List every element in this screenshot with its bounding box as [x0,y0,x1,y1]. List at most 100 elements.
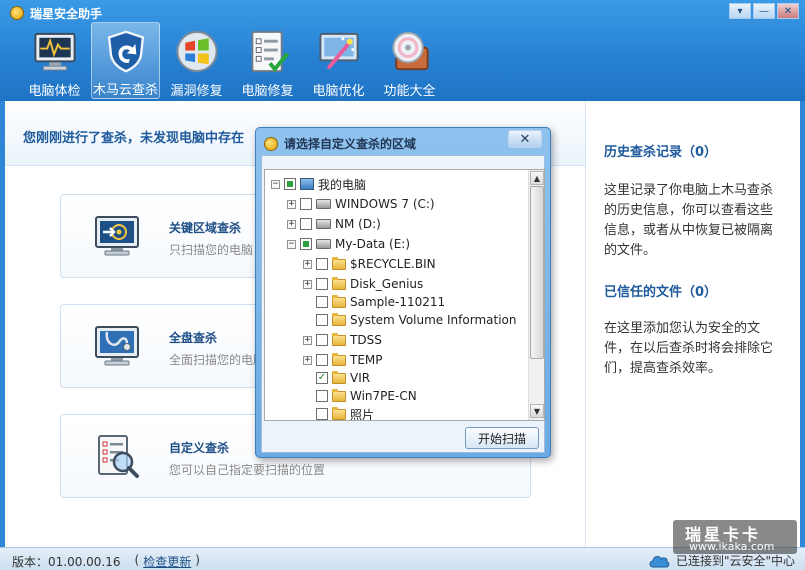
tool-all-features[interactable]: 功能大全 [375,22,444,99]
node-label: Win7PE-CN [350,389,417,403]
node-checkbox[interactable] [316,334,328,346]
trusted-description: 在这里添加您认为安全的文件，在以后查杀时将会排除它们，提高查杀效率。 [604,321,774,376]
tool-pc-optimize[interactable]: 电脑优化 [304,22,373,99]
node-checkbox[interactable] [316,354,328,366]
tree-node[interactable]: + NM (D:) [287,215,381,233]
tree-scrollbar[interactable]: ▲ ▼ [528,170,544,420]
dialog-close-button[interactable]: ✕ [508,130,542,148]
collapse-toggle[interactable]: − [271,179,280,189]
node-checkbox[interactable]: ✓ [316,372,328,384]
drive-icon [316,239,331,249]
node-label: 照片 [350,407,375,421]
disc-toolbox-icon [391,31,429,71]
tree-node[interactable]: Win7PE-CN [303,387,417,405]
tree-node[interactable]: + Disk_Genius [303,275,423,293]
node-checkbox[interactable] [300,198,312,210]
tool-trojan-scan[interactable]: 木马云查杀 [91,22,160,99]
node-checkbox[interactable] [300,238,312,250]
collapse-toggle[interactable]: − [287,239,296,249]
node-label: NM (D:) [335,217,381,231]
node-checkbox[interactable] [316,408,328,420]
expand-toggle[interactable]: + [303,355,312,365]
tool-health-check[interactable]: 电脑体检 [20,22,89,99]
expand-toggle[interactable]: + [287,199,296,209]
custom-scan-dialog: 请选择自定义查杀的区域 ✕ − 我的电脑 + WINDOWS 7 (C:) + … [255,127,551,458]
expand-toggle[interactable]: + [303,259,312,269]
drive-icon [316,219,331,229]
app-title: 瑞星安全助手 [10,5,102,21]
watermark-url: www.ikaka.com [689,540,775,553]
tree-node[interactable]: System Volume Information [303,311,516,329]
close-button[interactable]: ✕ [777,3,799,19]
node-label: WINDOWS 7 (C:) [335,197,435,211]
node-checkbox[interactable] [316,314,328,326]
computer-icon [300,178,314,190]
card-description: 全面扫描您的电脑 [169,353,266,367]
scroll-thumb[interactable] [530,186,544,359]
card-title: 自定义查杀 [169,441,230,455]
notice-text: 您刚刚进行了查杀，未发现电脑中存在 [23,131,245,146]
folder-icon [332,294,346,308]
folder-icon [332,406,346,420]
connection-text: 已连接到"云安全"中心 [675,554,795,568]
node-checkbox[interactable] [284,178,296,190]
cloud-icon [649,555,670,567]
folder-icon [332,352,346,366]
node-checkbox[interactable] [316,390,328,402]
card-description: 您可以自己指定要扫描的位置 [169,463,326,477]
start-scan-button[interactable]: 开始扫描 [465,427,539,449]
app-title-text: 瑞星安全助手 [30,6,103,21]
node-label: Sample-110211 [350,295,446,309]
node-checkbox[interactable] [300,218,312,230]
card-title: 全盘查杀 [169,331,218,345]
drive-icon [316,199,331,209]
node-label: VIR [350,371,371,385]
tool-label: 电脑修复 [241,84,294,99]
checklist-icon [250,30,289,73]
expand-toggle[interactable]: + [303,279,312,289]
tree-node[interactable]: ✓ VIR [303,369,370,387]
trusted-files-link[interactable]: 已信任的文件（0） [604,281,717,300]
tool-pc-repair[interactable]: 电脑修复 [233,22,302,99]
tool-label: 漏洞修复 [170,84,223,99]
scroll-down-button[interactable]: ▼ [530,404,544,418]
tree-node[interactable]: + TDSS [303,331,382,349]
history-link[interactable]: 历史查杀记录（0） [604,141,717,160]
tool-label: 电脑优化 [312,84,365,99]
tree-node[interactable]: − 我的电脑 [271,175,366,193]
tree-node[interactable]: + TEMP [303,351,383,369]
dialog-title-text: 请选择自定义查杀的区域 [284,137,417,151]
node-label: TDSS [350,333,382,347]
node-checkbox[interactable] [316,278,328,290]
menu-button[interactable]: ▾ [729,3,751,19]
magnifier-checklist-icon [98,435,139,478]
folder-icon [332,256,346,270]
tool-patch-fix[interactable]: 漏洞修复 [162,22,231,99]
scroll-up-button[interactable]: ▲ [530,171,544,185]
shield-icon [107,30,144,73]
check-update-link[interactable]: 检查更新 [143,553,191,570]
tree-node[interactable]: + WINDOWS 7 (C:) [287,195,435,213]
stethoscope-monitor-icon [95,326,139,366]
card-title: 关键区域查杀 [169,221,242,235]
node-checkbox[interactable] [316,296,328,308]
expand-toggle[interactable]: + [287,219,296,229]
tree-node[interactable]: + $RECYCLE.BIN [303,255,436,273]
paren-close: ) [195,553,200,567]
dialog-logo-icon [264,136,278,151]
tree-node[interactable]: 照片 [303,405,375,421]
node-label: System Volume Information [350,313,517,327]
tree-node[interactable]: − My-Data (E:) [287,235,410,253]
expand-toggle[interactable]: + [303,335,312,345]
node-checkbox[interactable] [316,258,328,270]
minimize-button[interactable]: — [753,3,775,19]
tree-node[interactable]: Sample-110211 [303,293,445,311]
version-text: 版本：01.00.00.16 [12,555,121,569]
connection-status: 已连接到"云安全"中心 [648,552,795,569]
folder-icon [332,388,346,402]
card-description: 只扫描您的电脑 [169,243,254,257]
monitor-pulse-icon [33,32,76,71]
